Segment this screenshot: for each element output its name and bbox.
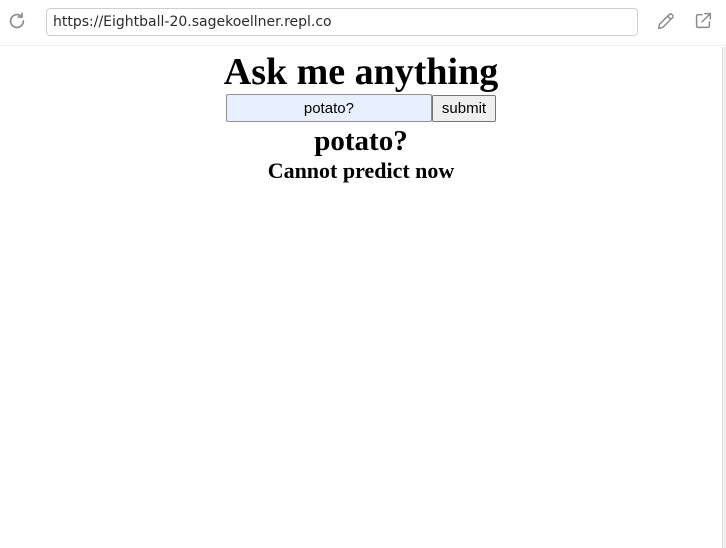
submit-button[interactable]: submit xyxy=(431,94,497,122)
pencil-icon[interactable] xyxy=(655,10,677,32)
url-field[interactable] xyxy=(46,8,638,36)
answer-text: Cannot predict now xyxy=(267,158,455,183)
question-echo: potato? xyxy=(314,125,408,157)
page-title: Ask me anything xyxy=(223,51,499,93)
scrollbar[interactable] xyxy=(722,47,726,548)
page-viewport: Ask me anything submit potato? Cannot pr… xyxy=(0,47,722,548)
question-input[interactable] xyxy=(225,94,432,122)
question-form: submit xyxy=(0,94,722,122)
browser-toolbar xyxy=(0,0,726,46)
external-link-icon[interactable] xyxy=(692,10,714,32)
eightball-page: Ask me anything submit potato? Cannot pr… xyxy=(0,50,722,184)
reload-icon[interactable] xyxy=(6,10,28,32)
